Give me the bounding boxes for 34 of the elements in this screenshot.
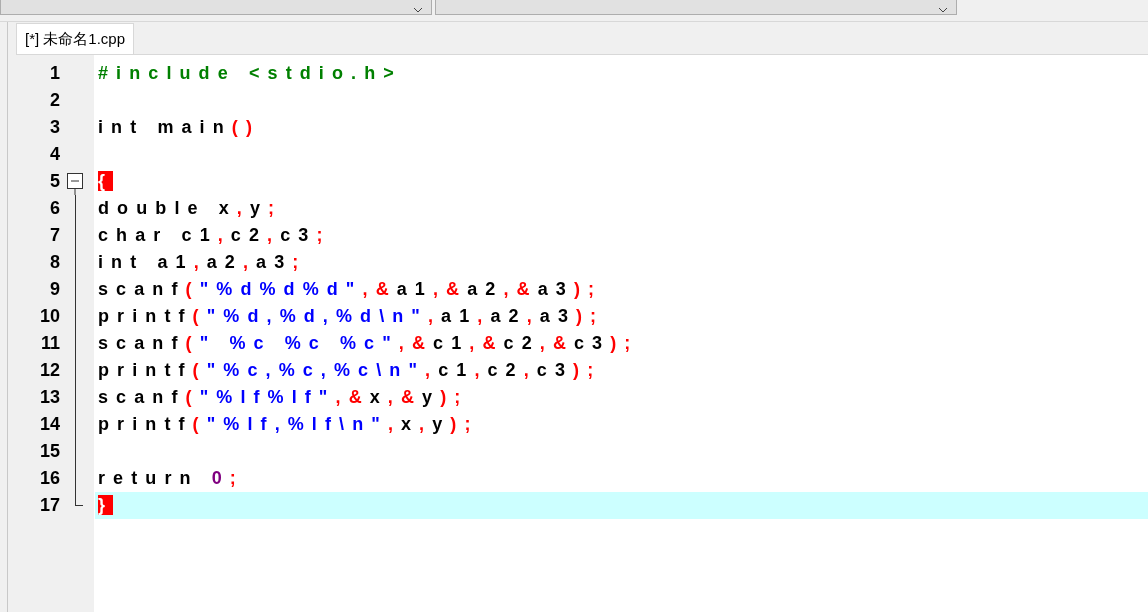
line-number: 8 bbox=[49, 251, 60, 274]
line-number: 12 bbox=[38, 359, 60, 382]
code-line: int a1,a2,a3; bbox=[98, 251, 307, 274]
code-line: double x,y; bbox=[98, 197, 283, 220]
code-line: printf("%c,%c,%c\n",c1,c2,c3); bbox=[98, 359, 602, 382]
dropdown[interactable] bbox=[435, 0, 957, 15]
line-number: 13 bbox=[38, 386, 60, 409]
code-line: printf("%lf,%lf\n",x,y); bbox=[98, 413, 479, 436]
caret-icon bbox=[413, 8, 423, 14]
code-line: printf("%d,%d,%d\n",a1,a2,a3); bbox=[98, 305, 605, 328]
code-line: int main() bbox=[98, 116, 260, 139]
line-number: 3 bbox=[49, 116, 60, 139]
code-line: scanf("%lf%lf",&x,&y); bbox=[98, 386, 469, 409]
line-number: 4 bbox=[49, 143, 60, 166]
line-number: 14 bbox=[38, 413, 60, 436]
line-number: 16 bbox=[38, 467, 60, 490]
line-number: 2 bbox=[49, 89, 60, 112]
file-tab[interactable]: [*] 未命名1.cpp bbox=[16, 23, 135, 54]
line-number: 10 bbox=[38, 305, 60, 328]
line-number: 17 bbox=[38, 494, 60, 517]
line-number: 6 bbox=[49, 197, 60, 220]
code-line: scanf("%d%d%d",&a1,&a2,&a3); bbox=[98, 278, 603, 301]
code-line: return 0; bbox=[98, 467, 244, 490]
line-number: 9 bbox=[49, 278, 60, 301]
code-line: #include <stdio.h> bbox=[98, 62, 402, 85]
code-line: scanf(" %c %c %c",&c1,&c2,&c3); bbox=[98, 332, 639, 355]
line-number: 1 bbox=[49, 62, 60, 85]
line-number: 7 bbox=[49, 224, 60, 247]
line-number: 11 bbox=[39, 332, 60, 355]
dropdown[interactable] bbox=[0, 0, 432, 15]
line-number: 5 bbox=[49, 170, 60, 193]
caret-icon bbox=[938, 8, 948, 14]
line-number: 15 bbox=[38, 440, 60, 463]
code-line: char c1,c2,c3; bbox=[98, 224, 331, 247]
